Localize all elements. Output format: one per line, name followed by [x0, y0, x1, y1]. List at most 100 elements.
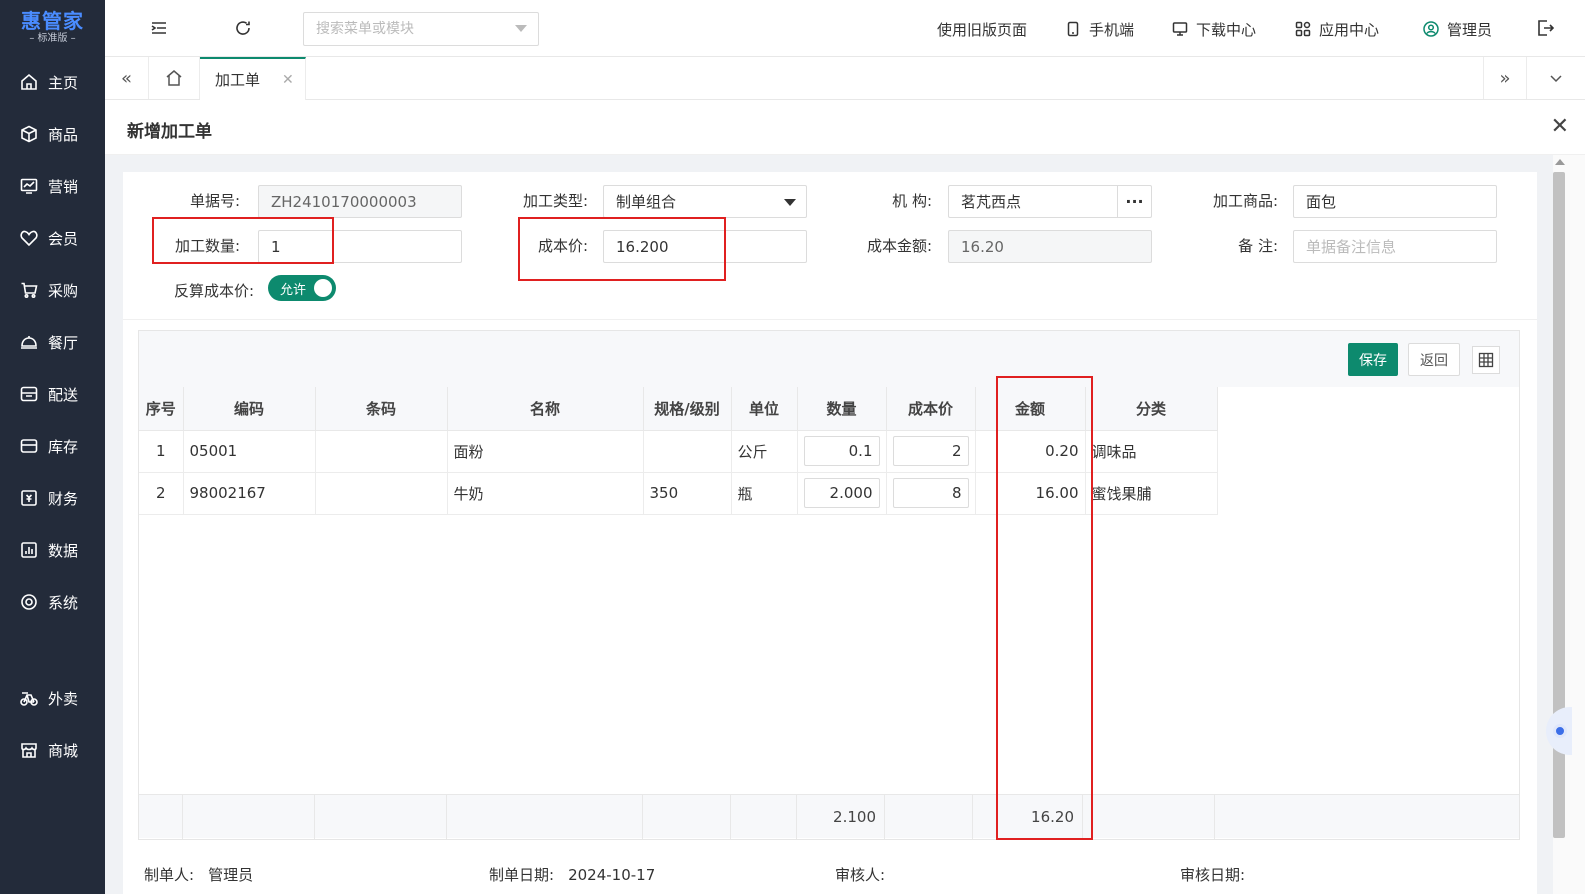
mobile-link[interactable]: 手机端 [1065, 18, 1134, 40]
process-type-select[interactable]: 制单组合 [603, 185, 807, 218]
sidebar-item-marketing[interactable]: 营销 [0, 160, 105, 212]
footer-cell [1083, 795, 1215, 839]
col-header-amount[interactable]: 金额 [975, 387, 1086, 431]
col-header-category[interactable]: 分类 [1085, 387, 1218, 431]
column-settings-icon[interactable] [1472, 346, 1500, 374]
auditor-info: 审核人: [835, 864, 885, 885]
sidebar-item-system[interactable]: 系统 [0, 576, 105, 628]
cell-code: 98002167 [183, 472, 316, 515]
process-qty-field[interactable] [258, 230, 462, 263]
cost-price-field[interactable] [603, 230, 807, 263]
tabs-scroll-right-icon[interactable]: » [1483, 57, 1527, 99]
cell-category: 蜜饯果脯 [1085, 472, 1218, 515]
col-header-spec[interactable]: 规格/级别 [643, 387, 732, 431]
process-type-value: 制单组合 [616, 193, 677, 211]
logo-subtitle: – 标准版 – [29, 33, 76, 44]
close-icon[interactable]: ✕ [1551, 114, 1569, 139]
app-center-link[interactable]: 应用中心 [1295, 18, 1379, 40]
tabs-dropdown-icon[interactable] [1527, 57, 1585, 99]
footer-cell [183, 795, 315, 839]
reverse-cost-toggle[interactable]: 允许 [268, 275, 336, 301]
scroll-up-icon[interactable] [1555, 159, 1565, 165]
sidebar-item-mall[interactable]: 商城 [0, 724, 105, 776]
table-row[interactable]: 2 98002167 牛奶 350 瓶 16.00 蜜饯果脯 [139, 472, 1218, 515]
truck-icon [20, 385, 38, 403]
reverse-cost-label: 反算成本价: [173, 282, 254, 300]
cell-amount: 16.00 [975, 472, 1086, 515]
cell-no: 1 [139, 430, 184, 473]
sidebar-item-inventory[interactable]: 库存 [0, 420, 105, 472]
old-page-label: 使用旧版页面 [937, 20, 1028, 39]
back-button[interactable]: 返回 [1408, 343, 1460, 376]
sidebar-item-finance[interactable]: 财务 [0, 472, 105, 524]
cost-amount-field[interactable] [948, 230, 1152, 263]
menu-collapse-icon[interactable] [149, 18, 169, 38]
monitor-icon [1172, 22, 1188, 36]
sidebar-item-label: 会员 [48, 229, 79, 248]
org-picker-button[interactable]: ··· [1117, 185, 1151, 218]
qty-input[interactable] [803, 436, 880, 466]
download-center-link[interactable]: 下载中心 [1172, 18, 1256, 40]
col-header-code[interactable]: 编码 [183, 387, 316, 431]
tab-bar: « 加工单 ✕ » [105, 57, 1585, 100]
cell-spec [643, 430, 732, 473]
cost-price-label: 成本价: [537, 237, 588, 255]
remark-field[interactable] [1293, 230, 1497, 263]
sidebar-item-label: 商城 [48, 741, 79, 760]
chevron-down-icon[interactable] [515, 25, 527, 32]
close-tab-icon[interactable]: ✕ [282, 72, 294, 88]
sidebar-item-restaurant[interactable]: 餐厅 [0, 316, 105, 368]
sidebar-item-member[interactable]: 会员 [0, 212, 105, 264]
search-input[interactable] [303, 12, 539, 46]
sidebar: 惠管家 – 标准版 – 主页 商品 营销 会员 采购 餐厅 配送 库存 财务 数… [0, 0, 105, 894]
cost-input[interactable] [892, 436, 969, 466]
home-tab-icon[interactable] [149, 57, 200, 99]
footer-amount-total: 16.20 [973, 795, 1083, 839]
footer-cell [447, 795, 643, 839]
refresh-icon[interactable] [233, 18, 253, 38]
toggle-knob [314, 279, 332, 297]
footer-cell [139, 795, 183, 839]
col-header-no[interactable]: 序号 [139, 387, 184, 431]
cell-unit: 瓶 [731, 472, 798, 515]
sidebar-item-data[interactable]: 数据 [0, 524, 105, 576]
table-row[interactable]: 1 05001 面粉 公斤 0.20 调味品 [139, 430, 1218, 473]
cost-input[interactable] [892, 478, 969, 508]
logout-icon[interactable] [1535, 18, 1555, 38]
apps-icon [1295, 21, 1311, 37]
sidebar-item-label: 库存 [48, 437, 79, 456]
app-logo[interactable]: 惠管家 – 标准版 – [0, 0, 105, 56]
top-bar: 使用旧版页面 手机端 下载中心 应用中心 管理员 [105, 0, 1585, 57]
cell-no: 2 [139, 472, 184, 515]
col-header-qty[interactable]: 数量 [797, 387, 887, 431]
qty-input[interactable] [803, 478, 880, 508]
footer-cell [643, 795, 731, 839]
tabs-scroll-left-icon[interactable]: « [105, 57, 149, 99]
user-menu[interactable]: 管理员 [1423, 18, 1492, 40]
doc-no-field[interactable] [258, 185, 462, 218]
col-header-name[interactable]: 名称 [447, 387, 644, 431]
sidebar-item-home[interactable]: 主页 [0, 56, 105, 108]
tab-process-order[interactable]: 加工单 ✕ [200, 57, 306, 100]
org-label: 机 构: [892, 192, 932, 210]
data-icon [20, 541, 38, 559]
sidebar-item-takeout[interactable]: 外卖 [0, 672, 105, 724]
col-header-barcode[interactable]: 条码 [315, 387, 448, 431]
sidebar-item-label: 主页 [48, 73, 79, 92]
audit-date-label: 审核日期: [1180, 866, 1246, 884]
col-header-cost[interactable]: 成本价 [886, 387, 976, 431]
sidebar-item-goods[interactable]: 商品 [0, 108, 105, 160]
phone-icon [1067, 21, 1079, 37]
save-button[interactable]: 保存 [1348, 343, 1398, 376]
table-header-row: 序号 编码 条码 名称 规格/级别 单位 数量 成本价 金额 分类 [139, 387, 1218, 431]
cell-name: 牛奶 [447, 472, 644, 515]
sidebar-item-delivery[interactable]: 配送 [0, 368, 105, 420]
col-header-unit[interactable]: 单位 [731, 387, 798, 431]
doc-no-label: 单据号: [189, 192, 240, 210]
warehouse-icon [20, 437, 38, 455]
process-goods-field[interactable] [1293, 185, 1497, 218]
process-type-label: 加工类型: [522, 192, 588, 210]
old-page-link[interactable]: 使用旧版页面 [937, 18, 1027, 40]
sidebar-item-purchase[interactable]: 采购 [0, 264, 105, 316]
home-icon [20, 73, 38, 91]
